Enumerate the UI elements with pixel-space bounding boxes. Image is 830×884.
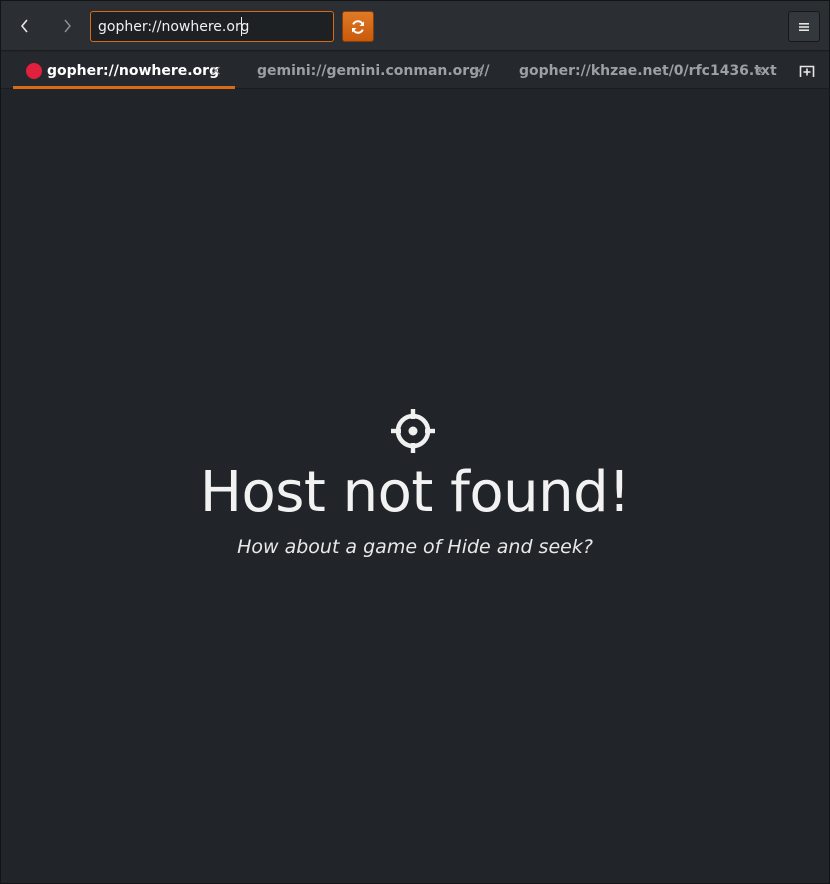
main-menu-button[interactable] xyxy=(788,11,820,42)
tab-label: gemini://gemini.conman.org// xyxy=(257,62,490,79)
forward-button[interactable] xyxy=(52,11,82,41)
tab-bar: gopher://nowhere.org × gemini://gemini.c… xyxy=(1,52,829,89)
text-caret xyxy=(241,17,242,36)
tab-close-button[interactable]: × xyxy=(210,52,222,89)
tab-label: gopher://khzae.net/0/rfc1436.txt xyxy=(519,62,777,79)
back-button[interactable] xyxy=(10,11,40,41)
hamburger-menu-icon xyxy=(799,22,809,31)
reload-icon xyxy=(352,19,364,34)
page-content: Host not found! How about a game of Hide… xyxy=(1,90,829,883)
tab-gemini-conman[interactable]: gemini://gemini.conman.org// xyxy=(257,52,489,89)
new-tab-button[interactable] xyxy=(796,61,818,81)
tab-gopher-nowhere[interactable]: gopher://nowhere.org xyxy=(13,52,235,89)
chevron-right-icon xyxy=(64,19,71,33)
crosshair-icon xyxy=(391,409,435,453)
tab-gopher-khzae[interactable]: gopher://khzae.net/0/rfc1436.txt xyxy=(519,52,777,89)
error-subtitle: How about a game of Hide and seek? xyxy=(237,536,593,558)
tab-label: gopher://nowhere.org xyxy=(47,62,220,79)
reload-button[interactable] xyxy=(342,11,374,42)
error-title: Host not found! xyxy=(199,460,631,525)
chevron-left-icon xyxy=(20,19,28,33)
tab-close-button[interactable]: × xyxy=(473,52,485,89)
new-tab-icon xyxy=(799,65,815,77)
tab-close-button[interactable]: × xyxy=(754,52,766,89)
header-bar xyxy=(1,1,829,51)
url-input[interactable] xyxy=(90,11,334,42)
error-status-icon xyxy=(26,62,42,79)
browser-window: gopher://nowhere.org × gemini://gemini.c… xyxy=(0,0,830,884)
